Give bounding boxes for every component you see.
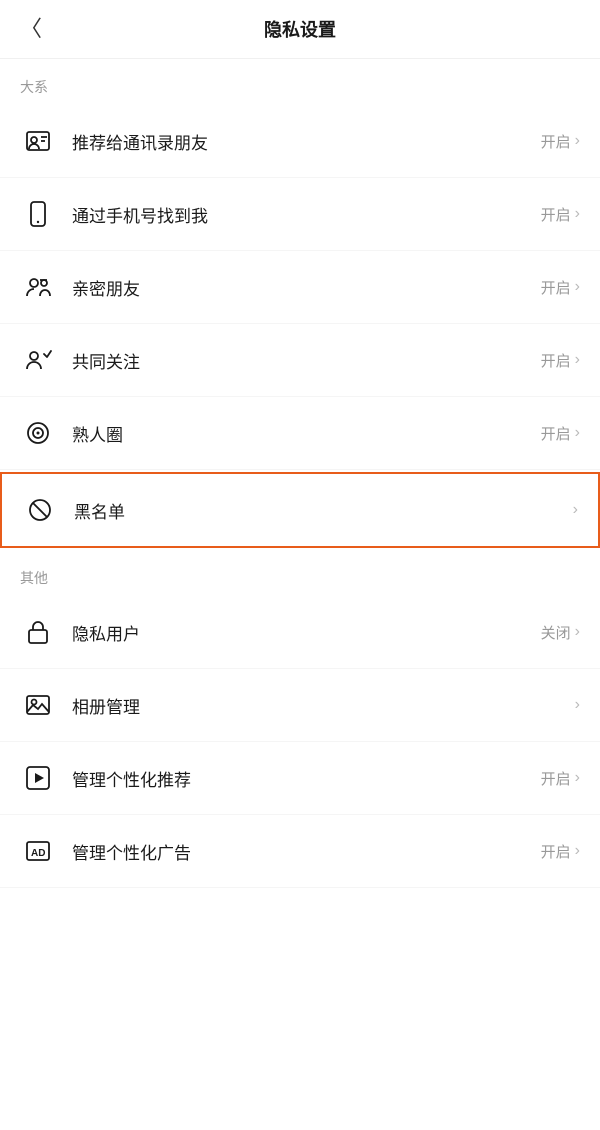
menu-item-acquaintance[interactable]: 熟人圈 开启 ›	[0, 397, 600, 470]
find-by-phone-label: 通过手机号找到我	[72, 202, 541, 227]
personalized-right: 开启 ›	[541, 768, 580, 789]
chevron-icon: ›	[575, 424, 580, 442]
page-title: 隐私设置	[264, 16, 336, 42]
acquaintance-icon	[20, 415, 56, 451]
private-user-status: 关闭	[541, 622, 571, 643]
menu-section-other: 隐私用户 关闭 › 相册管理 ›	[0, 596, 600, 888]
manage-ads-right: 开启 ›	[541, 841, 580, 862]
menu-item-find-by-phone[interactable]: 通过手机号找到我 开启 ›	[0, 178, 600, 251]
close-friends-icon	[20, 269, 56, 305]
content: 大系 推荐给通讯录朋友 开启 ›	[0, 59, 600, 888]
mutual-follow-icon	[20, 342, 56, 378]
menu-item-album[interactable]: 相册管理 ›	[0, 669, 600, 742]
acquaintance-status: 开启	[541, 423, 571, 444]
mutual-follow-status: 开启	[541, 350, 571, 371]
chevron-icon: ›	[575, 351, 580, 369]
mutual-follow-right: 开启 ›	[541, 350, 580, 371]
private-user-right: 关闭 ›	[541, 622, 580, 643]
menu-item-close-friends[interactable]: 亲密朋友 开启 ›	[0, 251, 600, 324]
menu-item-private-user[interactable]: 隐私用户 关闭 ›	[0, 596, 600, 669]
back-button[interactable]: 〈	[20, 18, 42, 40]
chevron-icon: ›	[575, 132, 580, 150]
menu-item-manage-ads[interactable]: AD 管理个性化广告 开启 ›	[0, 815, 600, 888]
manage-ads-status: 开启	[541, 841, 571, 862]
menu-item-mutual-follow[interactable]: 共同关注 开启 ›	[0, 324, 600, 397]
chevron-icon: ›	[575, 278, 580, 296]
recommend-contacts-label: 推荐给通讯录朋友	[72, 129, 541, 154]
blacklist-label: 黑名单	[74, 498, 569, 523]
private-user-label: 隐私用户	[72, 620, 541, 645]
chevron-icon: ›	[575, 623, 580, 641]
header: 〈 隐私设置	[0, 0, 600, 59]
recommend-contacts-right: 开启 ›	[541, 131, 580, 152]
blacklist-right: ›	[569, 501, 578, 519]
album-right: ›	[571, 696, 580, 714]
close-friends-status: 开启	[541, 277, 571, 298]
chevron-icon: ›	[575, 769, 580, 787]
chevron-icon: ›	[573, 501, 578, 519]
personalized-label: 管理个性化推荐	[72, 766, 541, 791]
ad-icon: AD	[20, 833, 56, 869]
chevron-icon: ›	[575, 696, 580, 714]
menu-item-personalized[interactable]: 管理个性化推荐 开启 ›	[0, 742, 600, 815]
close-friends-label: 亲密朋友	[72, 275, 541, 300]
album-label: 相册管理	[72, 693, 571, 718]
album-icon	[20, 687, 56, 723]
play-icon	[20, 760, 56, 796]
chevron-icon: ›	[575, 842, 580, 860]
acquaintance-right: 开启 ›	[541, 423, 580, 444]
close-friends-right: 开启 ›	[541, 277, 580, 298]
svg-text:AD: AD	[31, 848, 45, 859]
contact-card-icon	[20, 123, 56, 159]
personalized-status: 开启	[541, 768, 571, 789]
lock-icon	[20, 614, 56, 650]
mutual-follow-label: 共同关注	[72, 348, 541, 373]
section-label-other: 其他	[0, 550, 600, 596]
section-label-dashu: 大系	[0, 59, 600, 105]
block-icon	[22, 492, 58, 528]
manage-ads-label: 管理个性化广告	[72, 839, 541, 864]
find-by-phone-status: 开启	[541, 204, 571, 225]
phone-icon	[20, 196, 56, 232]
menu-item-blacklist[interactable]: 黑名单 ›	[0, 472, 600, 548]
acquaintance-label: 熟人圈	[72, 421, 541, 446]
chevron-icon: ›	[575, 205, 580, 223]
menu-item-recommend-contacts[interactable]: 推荐给通讯录朋友 开启 ›	[0, 105, 600, 178]
menu-section-dashu: 推荐给通讯录朋友 开启 › 通过手机号找到我 开启 ›	[0, 105, 600, 548]
recommend-contacts-status: 开启	[541, 131, 571, 152]
find-by-phone-right: 开启 ›	[541, 204, 580, 225]
